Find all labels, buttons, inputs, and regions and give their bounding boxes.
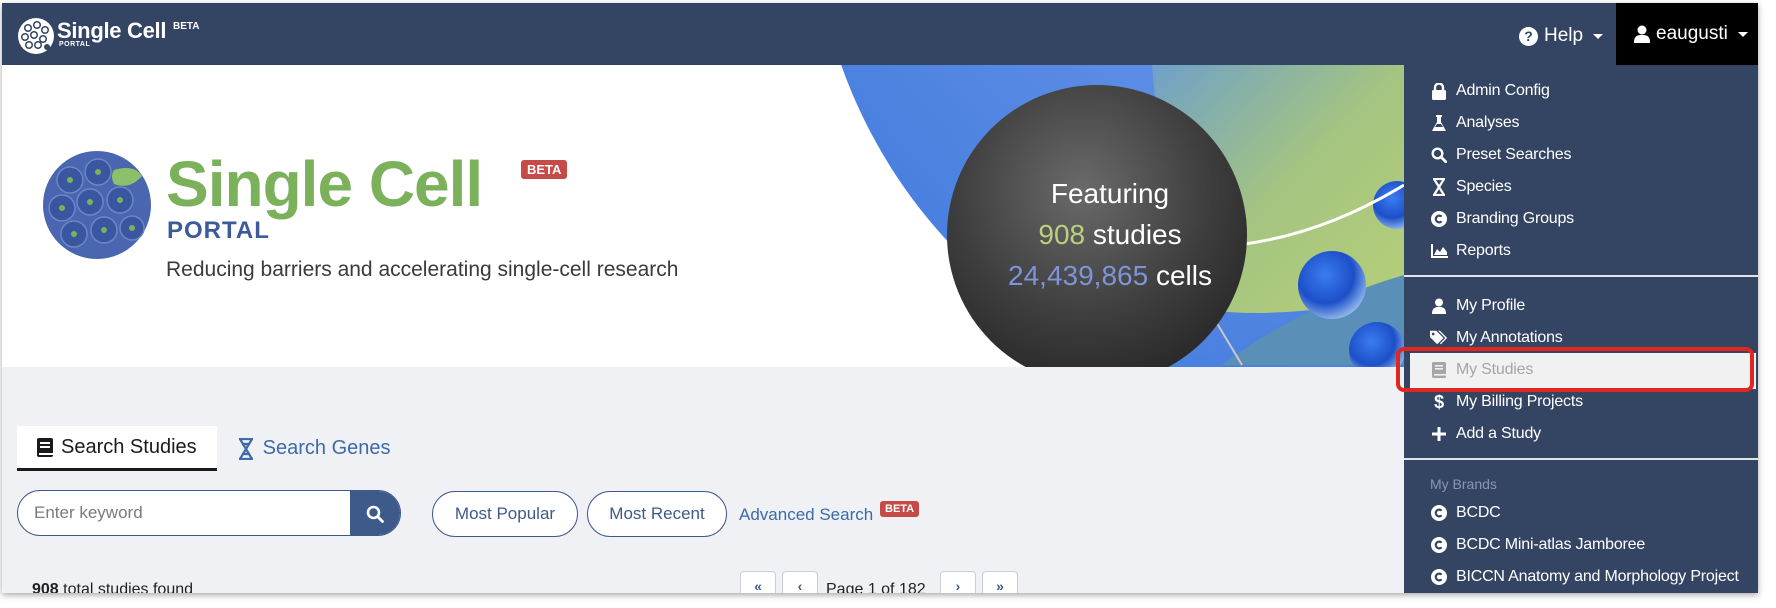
menu-item-label: My Annotations [1456, 329, 1563, 346]
menu-item-label: Add a Study [1456, 425, 1541, 442]
menu-item-brand-bcdc[interactable]: BCDC [1430, 499, 1501, 527]
first-page-button[interactable]: « [740, 571, 776, 593]
cells-stat: 24,439,865 cells [960, 255, 1260, 296]
dna-icon [1430, 178, 1448, 196]
browser-viewport: Single Cell BETA PORTAL ? Help eaugusti [2, 3, 1758, 593]
last-page-button[interactable]: » [982, 571, 1018, 593]
tab-search-studies-label: Search Studies [61, 435, 197, 458]
user-menu-toggle[interactable]: eaugusti [1616, 3, 1758, 65]
menu-item-species[interactable]: Species [1430, 173, 1512, 201]
menu-item-branding-groups[interactable]: Branding Groups [1430, 205, 1574, 233]
results-count-label: total studies found [63, 581, 194, 593]
menu-item-my-profile[interactable]: My Profile [1430, 292, 1525, 320]
tags-icon [1430, 330, 1448, 346]
highlight-annotation-box [1396, 347, 1754, 392]
search-icon [1430, 147, 1448, 163]
copyright-icon [1430, 211, 1448, 227]
menu-item-brand-bcdc-mini-atlas[interactable]: BCDC Mini-atlas Jamboree [1430, 531, 1645, 559]
hero-portal-label: PORTAL [167, 217, 270, 244]
menu-section-header-brands: My Brands [1430, 476, 1497, 492]
menu-item-label: Species [1456, 178, 1512, 195]
caret-down-icon [1593, 33, 1604, 39]
copyright-icon [1430, 505, 1448, 521]
book-icon [37, 437, 53, 457]
search-submit-button[interactable] [350, 491, 400, 535]
keyword-search-group [17, 490, 401, 536]
question-circle-icon: ? [1519, 26, 1538, 46]
most-popular-button[interactable]: Most Popular [432, 491, 578, 537]
next-page-button[interactable]: › [940, 571, 976, 593]
menu-item-label: BCDC Mini-atlas Jamboree [1456, 536, 1646, 553]
menu-item-admin-config[interactable]: Admin Config [1430, 77, 1550, 105]
results-count: 908 total studies found [32, 581, 193, 593]
menu-item-add-a-study[interactable]: Add a Study [1430, 420, 1541, 448]
menu-item-label: Branding Groups [1456, 210, 1574, 227]
menu-item-label: My Billing Projects [1456, 393, 1583, 410]
studies-count: 908 [1038, 219, 1086, 250]
menu-item-label: Preset Searches [1456, 146, 1572, 163]
cells-count: 24,439,865 [1008, 260, 1149, 291]
search-tabs: Search Studies Search Genes [17, 426, 411, 471]
menu-item-preset-searches[interactable]: Preset Searches [1430, 141, 1571, 169]
lock-icon [1430, 82, 1448, 100]
user-dropdown-menu: Admin Config Analyses Preset Searches Sp… [1396, 65, 1758, 593]
menu-item-label: Reports [1456, 242, 1511, 259]
menu-item-label: My Profile [1456, 297, 1526, 314]
cells-label: cells [1155, 260, 1212, 291]
featured-stats: Featuring 908 studies 24,439,865 cells [960, 173, 1260, 296]
menu-item-label: BICCN Anatomy and Morphology Project [1456, 568, 1739, 585]
tab-search-genes[interactable]: Search Genes [217, 426, 411, 471]
hero-beta-badge: BETA [521, 160, 568, 179]
single-cell-logo-icon[interactable] [16, 16, 56, 56]
studies-stat: 908 studies [960, 214, 1260, 255]
tab-search-studies[interactable]: Search Studies [17, 426, 217, 471]
most-recent-button[interactable]: Most Recent [587, 491, 727, 537]
menu-divider [1404, 275, 1758, 277]
hero-title: Single Cell [166, 148, 483, 220]
copyright-icon [1430, 569, 1448, 585]
help-menu-toggle[interactable]: ? Help [1519, 25, 1604, 47]
search-icon [366, 505, 384, 523]
dollar-icon: $ [1434, 391, 1444, 412]
menu-item-analyses[interactable]: Analyses [1430, 109, 1520, 137]
hero-tagline: Reducing barriers and accelerating singl… [166, 258, 679, 281]
navbar-brand-portal: PORTAL [59, 41, 91, 48]
featuring-label: Featuring [1050, 178, 1170, 209]
caret-down-icon [1737, 31, 1748, 37]
menu-item-reports[interactable]: Reports [1430, 237, 1511, 265]
single-cell-portal-logo-icon [43, 151, 151, 259]
chart-area-icon [1430, 244, 1448, 258]
dna-icon [238, 437, 253, 460]
menu-item-label: BCDC [1456, 504, 1501, 521]
studies-label: studies [1092, 219, 1182, 250]
menu-item-my-billing-projects[interactable]: $ My Billing Projects [1430, 388, 1583, 416]
previous-page-button[interactable]: ‹ [782, 571, 818, 593]
menu-item-brand-biccn[interactable]: BICCN Anatomy and Morphology Project [1430, 563, 1739, 591]
help-label: Help [1544, 25, 1584, 46]
navbar-brand-beta: BETA [173, 21, 200, 32]
plus-icon [1430, 427, 1448, 441]
menu-divider [1404, 458, 1758, 460]
user-name: eaugusti [1656, 23, 1728, 44]
user-icon [1634, 25, 1650, 43]
tab-search-genes-label: Search Genes [262, 437, 391, 459]
results-count-number: 908 [32, 581, 59, 593]
copyright-icon [1430, 537, 1448, 553]
flask-icon [1430, 114, 1448, 132]
advanced-search-beta-badge: BETA [880, 501, 920, 517]
keyword-search-input[interactable] [18, 491, 350, 535]
menu-item-label: Analyses [1456, 114, 1520, 131]
page-indicator: Page 1 of 182 [826, 581, 926, 593]
user-icon [1430, 298, 1448, 314]
top-navbar: Single Cell BETA PORTAL ? Help eaugusti [2, 3, 1758, 65]
menu-item-label: Admin Config [1456, 82, 1550, 99]
advanced-search-link[interactable]: Advanced Search [739, 505, 873, 525]
